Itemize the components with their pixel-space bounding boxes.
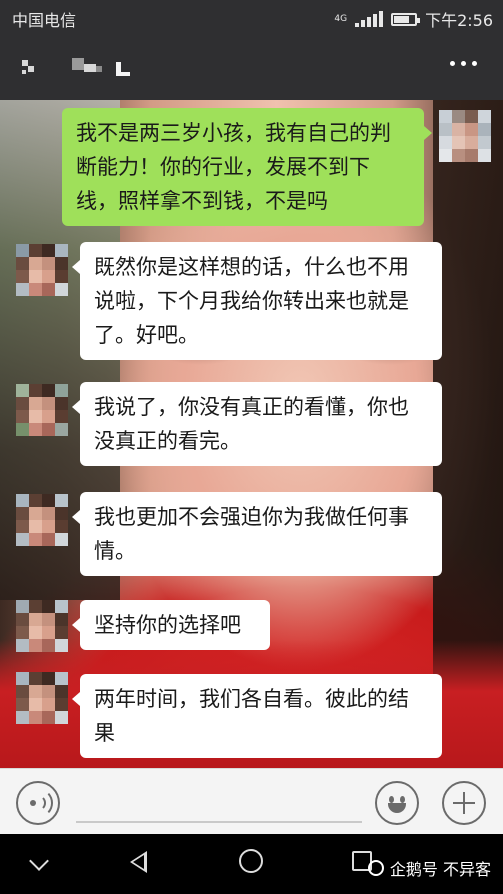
voice-icon[interactable] <box>16 781 60 825</box>
penguin-logo-icon <box>367 860 384 876</box>
message-bubble-outgoing[interactable]: 我不是两三岁小孩，我有自己的判断能力！你的行业，发展不到下线，照样拿不到钱，不是… <box>62 108 432 226</box>
avatar-contact[interactable] <box>16 672 68 724</box>
message-text: 既然你是这样想的话，什么也不用说啦，下个月我给你转出来也就是了。好吧。 <box>94 255 409 347</box>
emoji-icon[interactable] <box>375 781 419 825</box>
message-text: 我说了，你没有真正的看懂，你也没真正的看完。 <box>94 395 409 453</box>
input-bar <box>0 768 503 834</box>
plus-icon[interactable] <box>442 781 486 825</box>
clock: 下午2:56 <box>425 11 493 30</box>
system-nav-bar: 企鹅号 不异客 <box>0 834 503 894</box>
watermark: 企鹅号 不异客 <box>367 856 491 880</box>
avatar-contact[interactable] <box>16 244 68 296</box>
network-type: 4G <box>334 13 348 24</box>
chat-area[interactable]: 我不是两三岁小孩，我有自己的判断能力！你的行业，发展不到下线，照样拿不到钱，不是… <box>0 100 503 768</box>
message-bubble-incoming[interactable]: 既然你是这样想的话，什么也不用说啦，下个月我给你转出来也就是了。好吧。 <box>72 242 442 360</box>
message-bubble-incoming[interactable]: 我也更加不会强迫你为我做任何事情。 <box>72 492 442 576</box>
message-bubble-incoming[interactable]: 我说了，你没有真正的看懂，你也没真正的看完。 <box>72 382 442 466</box>
message-text: 我不是两三岁小孩，我有自己的判断能力！你的行业，发展不到下线，照样拿不到钱，不是… <box>76 121 391 213</box>
carrier-name: 中国电信 <box>12 11 77 30</box>
status-bar: 中国电信 4G 下午2:56 <box>0 0 503 34</box>
message-bubble-incoming[interactable]: 坚持你的选择吧 <box>72 600 270 650</box>
chat-header <box>0 34 503 100</box>
chevron-down-icon[interactable] <box>29 851 49 871</box>
watermark-text: 企鹅号 不异客 <box>389 860 491 879</box>
message-text: 我也更加不会强迫你为我做任何事情。 <box>94 505 409 563</box>
contact-name-redacted <box>22 56 132 78</box>
home-icon[interactable] <box>239 849 263 873</box>
message-input[interactable] <box>76 821 362 823</box>
status-icons: 4G 下午2:56 <box>334 7 493 31</box>
avatar-contact[interactable] <box>16 384 68 436</box>
back-icon[interactable] <box>130 851 147 873</box>
message-text: 坚持你的选择吧 <box>94 613 241 637</box>
avatar-contact[interactable] <box>16 494 68 546</box>
avatar-contact[interactable] <box>16 600 68 652</box>
avatar-self[interactable] <box>439 110 491 162</box>
message-text: 两年时间，我们各自看。彼此的结果 <box>94 687 409 745</box>
more-dots-icon[interactable] <box>450 61 477 66</box>
battery-icon <box>391 12 421 26</box>
signal-icon <box>355 11 384 27</box>
message-bubble-incoming[interactable]: 两年时间，我们各自看。彼此的结果 <box>72 674 442 758</box>
